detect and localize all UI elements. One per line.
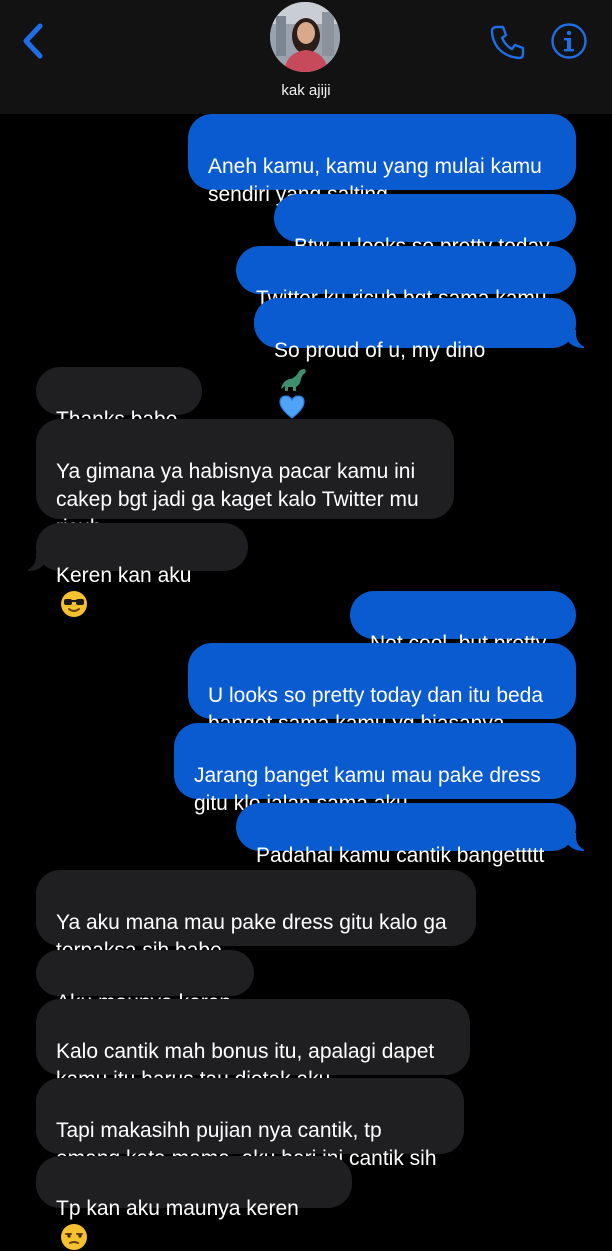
phone-icon [490, 25, 525, 60]
sent-message[interactable]: Jarang banget kamu mau pake dress gitu k… [174, 723, 576, 815]
sent-message[interactable]: Twitter ku ricuh bgt sama kamu [236, 246, 576, 310]
message-text: Keren kan aku [56, 564, 192, 587]
received-message[interactable]: Tp kan aku maunya keren [36, 1156, 352, 1251]
received-message[interactable]: Aku maunya keren [36, 950, 254, 1014]
received-message[interactable]: Thanks babe [36, 367, 202, 431]
message-text: So proud of u, my dino [274, 339, 486, 362]
message-text: Tp kan aku maunya keren [56, 1197, 299, 1220]
received-message[interactable]: Kalo cantik mah bonus itu, apalagi dapet… [36, 999, 470, 1091]
sent-message[interactable]: Aneh kamu, kamu yang mulai kamu sendiri … [188, 114, 576, 206]
contact-avatar[interactable] [270, 2, 340, 72]
dinosaur-emoji [281, 369, 306, 392]
sent-message[interactable]: U looks so pretty today dan itu beda ban… [188, 643, 576, 735]
avatar-photo [270, 2, 340, 72]
contact-name[interactable]: kak ajiji [0, 82, 612, 99]
blue-heart-emoji [279, 395, 305, 420]
call-button[interactable] [488, 22, 528, 62]
received-message[interactable]: Ya aku mana mau pake dress gitu kalo ga … [36, 870, 476, 962]
back-button[interactable] [18, 22, 52, 62]
sent-message[interactable]: Btw, u looks so pretty today [274, 194, 576, 258]
sent-message[interactable]: Padahal kamu cantik bangettttt [236, 803, 576, 867]
received-message[interactable]: Tapi makasihh pujian nya cantik, tp eman… [36, 1078, 464, 1170]
received-message[interactable]: Ya gimana ya habisnya pacar kamu ini cak… [36, 419, 454, 539]
info-icon [551, 23, 587, 59]
conversation-header: kak ajiji [0, 0, 612, 114]
sent-message[interactable]: Not cool, but pretty [350, 591, 576, 655]
message-text: Padahal kamu cantik bangettttt [256, 844, 545, 867]
received-message[interactable]: Keren kan aku [36, 523, 248, 618]
sent-message[interactable]: So proud of u, my dino [254, 298, 576, 420]
sunglasses-emoji [61, 591, 87, 618]
unamused-face-emoji [61, 1224, 87, 1251]
info-button[interactable] [550, 22, 588, 60]
chevron-left-icon [23, 23, 43, 59]
